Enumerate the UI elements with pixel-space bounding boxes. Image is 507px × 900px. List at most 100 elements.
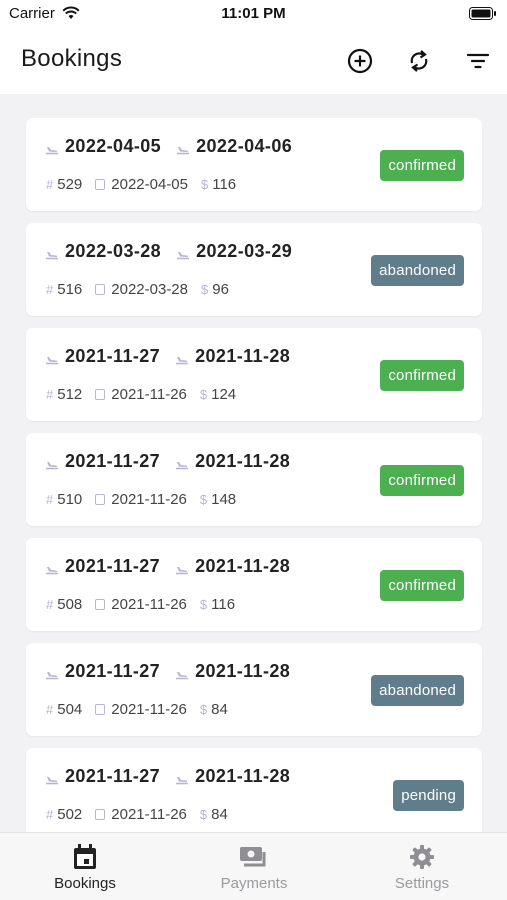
booking-meta: #508 2021-11-26 $116 (46, 596, 235, 613)
gear-icon (410, 845, 434, 869)
booked-on-date: 2021-11-26 (111, 806, 187, 823)
booking-price: 148 (211, 491, 237, 508)
payments-icon (240, 847, 266, 867)
dollar-icon: $ (201, 282, 209, 297)
return-plane-icon (176, 142, 190, 154)
app-header: Bookings (0, 30, 507, 94)
departure-plane-icon (45, 457, 59, 469)
add-booking-button[interactable] (343, 44, 377, 78)
return-plane-icon (175, 457, 189, 469)
hash-icon: # (46, 282, 54, 297)
booking-id: 516 (57, 281, 83, 298)
tab-settings[interactable]: Settings (362, 843, 482, 892)
booking-price: 96 (212, 281, 229, 298)
battery-icon (469, 7, 497, 25)
dollar-icon: $ (201, 177, 209, 192)
booked-on-date: 2022-03-28 (111, 281, 188, 298)
booked-on-date: 2021-11-26 (111, 701, 187, 718)
page-title: Bookings (21, 45, 123, 72)
hash-icon: # (46, 807, 54, 822)
booking-card[interactable]: 2021-11-27 2021-11-28 #510 2021-11-26 $148 co… (26, 433, 482, 526)
booking-card[interactable]: 2021-11-27 2021-11-28 #508 2021-11-26 $116 co… (26, 538, 482, 631)
booking-card[interactable]: 2022-04-05 2022-04-06 #529 2022-04-05 $116 co… (26, 118, 482, 211)
departure-date: 2021-11-27 (65, 451, 161, 471)
hash-icon: # (46, 177, 54, 192)
status-badge: pending (393, 780, 464, 811)
booking-meta: #516 2022-03-28 $96 (46, 281, 229, 298)
departure-plane-icon (45, 142, 59, 154)
booking-id: 504 (57, 701, 83, 718)
hash-icon: # (46, 597, 54, 612)
status-badge: abandoned (371, 255, 464, 286)
dollar-icon: $ (199, 387, 208, 402)
departure-plane-icon (45, 352, 59, 364)
tab-settings-label: Settings (394, 875, 450, 892)
booking-meta: #504 2021-11-26 $84 (46, 701, 228, 718)
departure-plane-icon (45, 667, 59, 679)
booking-price: 84 (211, 806, 228, 823)
return-date: 2021-11-28 (195, 346, 291, 366)
calendar-small-icon (95, 809, 106, 820)
booking-route: 2021-11-27 2021-11-28 (45, 766, 290, 787)
booking-card[interactable]: 2021-11-27 2021-11-28 #512 2021-11-26 $124 co… (26, 328, 482, 421)
calendar-small-icon (95, 704, 106, 715)
booking-route: 2022-03-28 2022-03-29 (45, 241, 292, 262)
calendar-small-icon (95, 599, 106, 610)
hash-icon: # (46, 387, 54, 402)
booked-on-date: 2022-04-05 (111, 176, 188, 193)
departure-date: 2021-11-27 (65, 556, 161, 576)
booking-card[interactable]: 2021-11-27 2021-11-28 #502 2021-11-26 $84 pen… (26, 748, 482, 832)
calendar-small-icon (95, 179, 106, 190)
tab-bar: Bookings Payments Settings (0, 832, 507, 900)
dollar-icon: $ (199, 807, 208, 822)
bookings-list[interactable]: 2022-04-05 2022-04-06 #529 2022-04-05 $116 co… (0, 94, 507, 832)
booking-route: 2021-11-27 2021-11-28 (45, 556, 290, 577)
return-plane-icon (175, 667, 189, 679)
plus-circle-icon (347, 48, 373, 74)
hash-icon: # (46, 702, 54, 717)
departure-plane-icon (45, 772, 59, 784)
departure-date: 2021-11-27 (65, 661, 161, 681)
status-badge: confirmed (380, 465, 464, 496)
return-date: 2021-11-28 (195, 661, 291, 681)
dollar-icon: $ (199, 702, 208, 717)
booking-meta: #512 2021-11-26 $124 (46, 386, 236, 403)
departure-plane-icon (45, 562, 59, 574)
booking-route: 2021-11-27 2021-11-28 (45, 346, 290, 367)
tab-payments[interactable]: Payments (194, 843, 314, 892)
booking-id: 510 (57, 491, 83, 508)
booking-route: 2022-04-05 2022-04-06 (45, 136, 292, 157)
booking-price: 84 (211, 701, 228, 718)
tab-payments-label: Payments (220, 875, 288, 892)
return-date: 2021-11-28 (195, 451, 291, 471)
status-badge: abandoned (371, 675, 464, 706)
booking-meta: #502 2021-11-26 $84 (46, 806, 228, 823)
hash-icon: # (46, 492, 54, 507)
return-plane-icon (176, 247, 190, 259)
booking-id: 512 (57, 386, 83, 403)
departure-date: 2021-11-27 (65, 346, 161, 366)
booking-price: 116 (211, 596, 236, 613)
departure-date: 2021-11-27 (65, 766, 161, 786)
booking-meta: #529 2022-04-05 $116 (46, 176, 236, 193)
calendar-small-icon (95, 389, 106, 400)
status-badge: confirmed (380, 360, 464, 391)
return-plane-icon (175, 352, 189, 364)
booked-on-date: 2021-11-26 (111, 596, 187, 613)
return-date: 2022-03-29 (196, 241, 293, 261)
booking-meta: #510 2021-11-26 $148 (46, 491, 236, 508)
departure-date: 2022-03-28 (65, 241, 162, 261)
booked-on-date: 2021-11-26 (111, 491, 187, 508)
booking-card[interactable]: 2022-03-28 2022-03-29 #516 2022-03-28 $96 aba… (26, 223, 482, 316)
dollar-icon: $ (199, 492, 208, 507)
refresh-button[interactable] (402, 44, 436, 78)
return-plane-icon (175, 562, 189, 574)
tab-bookings[interactable]: Bookings (25, 843, 145, 892)
dollar-icon: $ (199, 597, 208, 612)
return-date: 2021-11-28 (195, 556, 291, 576)
booking-card[interactable]: 2021-11-27 2021-11-28 #504 2021-11-26 $84 aba… (26, 643, 482, 736)
return-date: 2021-11-28 (195, 766, 291, 786)
filter-button[interactable] (461, 44, 495, 78)
calendar-small-icon (95, 284, 106, 295)
booking-id: 502 (57, 806, 83, 823)
